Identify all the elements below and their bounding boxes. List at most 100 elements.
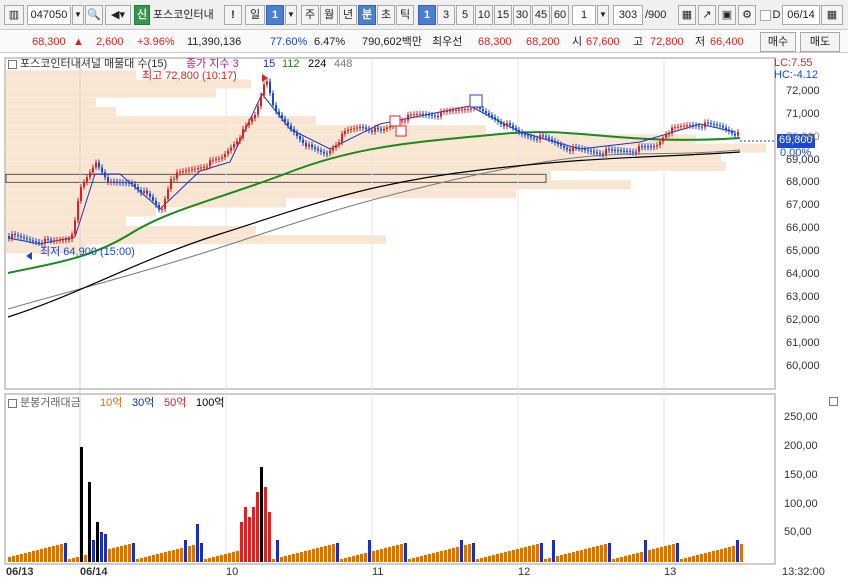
candle-body	[188, 169, 190, 171]
volume-bar	[360, 554, 363, 562]
volume-ratio: 77.60%	[270, 36, 308, 48]
candle-body	[245, 125, 247, 129]
minute-60[interactable]: 60	[551, 5, 569, 25]
period-dropdown-icon[interactable]: ▼	[285, 5, 297, 25]
candle-body	[11, 234, 13, 239]
volume-bar	[480, 558, 483, 562]
count-input[interactable]: 303	[613, 5, 643, 25]
minute-5[interactable]: 5	[456, 5, 474, 25]
volume-bar	[208, 558, 211, 562]
volume-bar	[336, 543, 339, 562]
candle-body	[677, 126, 679, 128]
code-dropdown-icon[interactable]: ▼	[72, 5, 84, 25]
sell-button[interactable]: 매도	[800, 32, 840, 52]
volume-bar	[716, 550, 719, 562]
candle-body	[332, 147, 334, 151]
volume-bar	[412, 558, 415, 562]
volume-bar	[372, 551, 375, 562]
collapse-icon[interactable]	[8, 399, 17, 408]
period-month[interactable]: 월	[320, 5, 338, 25]
chart-area[interactable]: 포스코인터내셔널 매물대 수(15) 종가 지수 3 15 112 224 44…	[0, 54, 848, 580]
candle-body	[515, 127, 517, 130]
volume-bar	[296, 553, 299, 562]
volume-panel-scroll-icon[interactable]	[829, 397, 838, 406]
calendar-icon[interactable]: ▦	[821, 5, 843, 25]
date-label: D	[772, 9, 781, 21]
low-label: 저	[695, 36, 706, 48]
volume-bar	[488, 556, 491, 562]
search-icon[interactable]: 🔍	[85, 5, 103, 25]
volume-bar	[64, 543, 67, 562]
minute-3[interactable]: 3	[437, 5, 455, 25]
period-year[interactable]: 년	[339, 5, 357, 25]
period-week[interactable]: 주	[301, 5, 319, 25]
buy-button[interactable]: 매수	[760, 32, 796, 52]
candle-body	[242, 128, 244, 138]
candle-body	[338, 142, 340, 145]
candle-body	[329, 150, 331, 154]
chart-canvas[interactable]	[0, 54, 848, 580]
candle-body	[101, 167, 103, 173]
minute-1[interactable]: 1	[418, 5, 436, 25]
candle-body	[419, 113, 421, 115]
volume-bar	[88, 482, 91, 562]
date-input[interactable]: 06/14	[782, 5, 820, 25]
period-second[interactable]: 초	[377, 5, 395, 25]
stock-code-input[interactable]: 047050	[27, 5, 71, 25]
volume-bar	[712, 551, 715, 562]
volume-bar	[704, 553, 707, 562]
speaker-icon[interactable]: ◀▾	[105, 5, 131, 25]
candle-body	[86, 177, 88, 183]
minute-45[interactable]: 45	[532, 5, 550, 25]
volume-bar	[368, 540, 371, 562]
candle-body	[299, 136, 301, 140]
candle-body	[401, 120, 403, 122]
minute-30[interactable]: 30	[513, 5, 531, 25]
volume-bar	[560, 555, 563, 562]
new-badge: 신	[134, 5, 150, 25]
interval-dropdown-icon[interactable]: ▼	[597, 5, 609, 25]
candle-body	[137, 186, 139, 190]
volume-bar	[80, 447, 83, 562]
interval-input[interactable]: 1	[572, 5, 596, 25]
volume-profile-bar	[6, 152, 721, 162]
candle-body	[524, 134, 526, 136]
save-icon[interactable]: ▣	[718, 5, 736, 25]
ma-112-label: 112	[282, 58, 300, 70]
volume-bar	[536, 544, 539, 562]
candle-body	[56, 240, 58, 241]
candle-body	[581, 148, 583, 150]
volume-bar	[396, 545, 399, 562]
change-percent: +3.96%	[137, 36, 175, 48]
candle-body	[380, 129, 382, 131]
grid-icon[interactable]: ▦	[678, 5, 696, 25]
candle-body	[65, 239, 67, 241]
period-minute[interactable]: 분	[358, 5, 376, 25]
period-day-count[interactable]: 1	[266, 5, 284, 25]
volume-bar	[572, 552, 575, 562]
minute-15[interactable]: 15	[494, 5, 512, 25]
volume-bar	[680, 559, 683, 562]
panel-icon[interactable]: ▥	[4, 5, 24, 25]
y-tick: 68,000	[786, 176, 820, 188]
collapse-icon[interactable]	[8, 60, 17, 69]
volume-bar	[676, 543, 679, 562]
candle-body	[731, 131, 733, 134]
warning-button[interactable]: !	[224, 5, 242, 25]
candle-body	[317, 148, 319, 151]
period-tick[interactable]: 틱	[396, 5, 414, 25]
candle-body	[536, 138, 538, 140]
y-tick: 61,000	[786, 337, 820, 349]
minute-10[interactable]: 10	[475, 5, 493, 25]
y-tick: 72,000	[786, 85, 820, 97]
candle-body	[59, 239, 61, 241]
volume-bar	[28, 552, 31, 562]
candle-body	[356, 127, 358, 129]
period-day[interactable]: 일	[245, 5, 265, 25]
trend-icon[interactable]: ↗	[698, 5, 716, 25]
date-checkbox[interactable]	[760, 10, 771, 21]
settings-icon[interactable]: ⚙	[738, 5, 756, 25]
candle-body	[452, 110, 454, 112]
volume-bar	[724, 548, 727, 562]
candle-body	[191, 169, 193, 171]
